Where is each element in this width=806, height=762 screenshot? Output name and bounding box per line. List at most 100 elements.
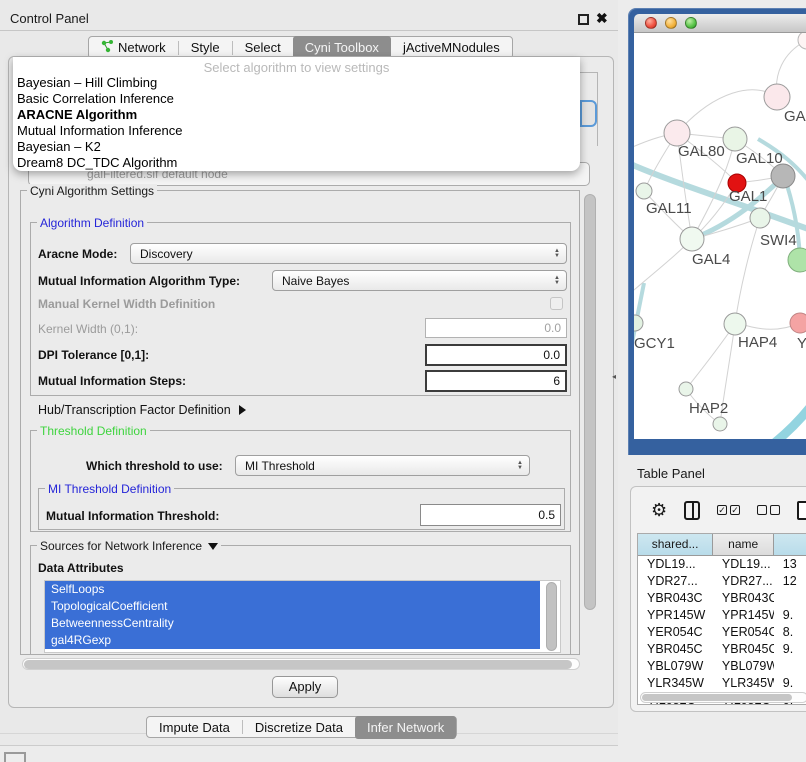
hscroll-thumb[interactable] (24, 660, 572, 669)
algorithm-option[interactable]: Bayesian – K2 (13, 139, 580, 155)
table-cell: 13 (774, 556, 806, 573)
which-threshold-combo[interactable]: MI Threshold ▲▼ (235, 455, 530, 476)
algorithm-definition-title: Algorithm Definition (37, 216, 147, 230)
attribute-item[interactable]: BetweennessCentrality (45, 615, 540, 632)
network-edge[interactable] (686, 324, 735, 389)
hub-definition-toggle[interactable]: Hub/Transcription Factor Definition (38, 403, 246, 417)
network-edge[interactable] (677, 90, 777, 133)
splitter-handle[interactable]: ◂ (612, 372, 616, 381)
attribute-list-vscrollbar[interactable] (546, 582, 557, 651)
node-label: GAL4 (692, 251, 730, 268)
mi-threshold-definition-title: MI Threshold Definition (45, 482, 174, 496)
network-node[interactable] (723, 127, 747, 151)
table-toolbar: ⚙ ✓✓ (637, 495, 806, 525)
table-row[interactable]: YBL079WYBL079W (638, 658, 806, 675)
tab-style[interactable]: Style (179, 37, 232, 58)
column-header[interactable]: name (713, 534, 774, 555)
table-cell: YER054C (713, 624, 774, 641)
mi-threshold-field[interactable]: 0.5 (420, 504, 561, 526)
gear-icon[interactable]: ⚙ (651, 501, 667, 519)
checked-pair-icon[interactable]: ✓✓ (717, 505, 740, 515)
float-window-icon[interactable] (578, 14, 589, 25)
close-traffic-light-icon[interactable] (645, 17, 657, 29)
split-columns-icon[interactable] (684, 501, 700, 520)
tab-impute-data[interactable]: Impute Data (147, 717, 242, 738)
network-node[interactable] (750, 208, 770, 228)
node-table[interactable]: shared...name YDL19...YDL19...13YDR27...… (637, 533, 806, 705)
table-hscrollbar[interactable] (640, 692, 806, 703)
network-node[interactable] (713, 417, 727, 431)
aracne-mode-combo[interactable]: Discovery ▲▼ (130, 243, 567, 264)
network-node[interactable] (636, 183, 652, 199)
table-hscroll-thumb[interactable] (642, 694, 792, 701)
column-header[interactable]: shared... (638, 534, 713, 555)
algorithm-option[interactable]: Dream8 DC_TDC Algorithm (13, 155, 580, 171)
document-icon[interactable] (797, 501, 806, 520)
table-cell: 9. (774, 641, 806, 658)
network-node[interactable] (634, 315, 643, 331)
zoom-traffic-light-icon[interactable] (685, 17, 697, 29)
network-node[interactable] (788, 248, 806, 272)
tab-infer-network[interactable]: Infer Network (355, 716, 456, 739)
table-row[interactable]: YER054CYER054C8. (638, 624, 806, 641)
tab-jactivemnodules[interactable]: jActiveMNodules (391, 37, 512, 58)
table-row[interactable]: YDL19...YDL19...13 (638, 556, 806, 573)
table-row[interactable]: YLR345WYLR345W9. (638, 675, 806, 692)
attribute-item[interactable]: SelfLoops (45, 581, 540, 598)
manual-kernel-label: Manual Kernel Width Definition (38, 297, 215, 311)
aracne-mode-value: Discovery (140, 247, 193, 261)
table-cell (774, 590, 806, 607)
network-node[interactable] (724, 313, 746, 335)
table-row[interactable]: YBR045CYBR045C9. (638, 641, 806, 658)
table-cell: YBR045C (713, 641, 774, 658)
apply-button[interactable]: Apply (272, 676, 338, 698)
mi-type-combo[interactable]: Naive Bayes ▲▼ (272, 270, 567, 291)
settings-hscrollbar[interactable] (22, 658, 580, 670)
kernel-width-field[interactable]: 0.0 (425, 318, 567, 338)
node-label: HAP4 (738, 334, 777, 351)
data-attributes-label: Data Attributes (38, 561, 124, 575)
algorithm-option[interactable]: Bayesian – Hill Climbing (13, 75, 580, 91)
network-icon (101, 40, 114, 56)
network-node[interactable] (679, 382, 693, 396)
column-header[interactable] (774, 534, 806, 555)
tab-discretize-data[interactable]: Discretize Data (243, 717, 355, 738)
node-label: GAL10 (736, 150, 783, 167)
tab-select[interactable]: Select (233, 37, 293, 58)
network-edge[interactable] (735, 218, 760, 324)
table-row[interactable]: YDR27...YDR27...12 (638, 573, 806, 590)
minimize-traffic-light-icon[interactable] (665, 17, 677, 29)
data-attributes-list[interactable]: SelfLoopsTopologicalCoefficientBetweenne… (44, 580, 561, 653)
algorithm-option[interactable]: Mutual Information Inference (13, 123, 580, 139)
collapsed-panel-icon[interactable] (4, 752, 26, 762)
network-window-titlebar[interactable] (634, 14, 806, 33)
network-canvas[interactable]: GALGAL80GAL10GAL1GAL11SWI4GAL4GCY1HAP4YH… (634, 33, 806, 439)
tab-label: Impute Data (159, 720, 230, 735)
close-icon[interactable]: ✖ (596, 10, 608, 27)
algorithm-option[interactable]: ARACNE Algorithm (13, 107, 580, 123)
tab-label: Style (191, 40, 220, 55)
table-row[interactable]: YPR145WYPR145W9. (638, 607, 806, 624)
collapse-down-icon (208, 543, 218, 550)
dpi-tolerance-field[interactable]: 0.0 (425, 344, 567, 366)
node-label: GCY1 (634, 335, 675, 352)
combo-spinner-icon: ▲▼ (554, 249, 560, 259)
table-cell: 9. (774, 607, 806, 624)
network-node[interactable] (764, 84, 790, 110)
sources-title-wrap[interactable]: Sources for Network Inference (37, 539, 221, 553)
network-node[interactable] (790, 313, 806, 333)
attribute-item[interactable]: TopologicalCoefficient (45, 598, 540, 615)
algorithm-option[interactable]: Basic Correlation Inference (13, 91, 580, 107)
network-node[interactable] (798, 33, 806, 49)
unchecked-pair-icon[interactable] (757, 505, 780, 515)
manual-kernel-checkbox[interactable] (550, 297, 563, 310)
attribute-item[interactable]: gal4RGexp (45, 632, 540, 649)
settings-vscrollbar[interactable] (584, 194, 596, 610)
tab-network[interactable]: Network (89, 37, 178, 58)
network-node[interactable] (771, 164, 795, 188)
network-node[interactable] (680, 227, 704, 251)
mi-steps-field[interactable]: 6 (425, 370, 567, 392)
network-edge[interactable] (754, 391, 806, 439)
table-row[interactable]: YBR043CYBR043C (638, 590, 806, 607)
table-cell: YBL079W (638, 658, 713, 675)
